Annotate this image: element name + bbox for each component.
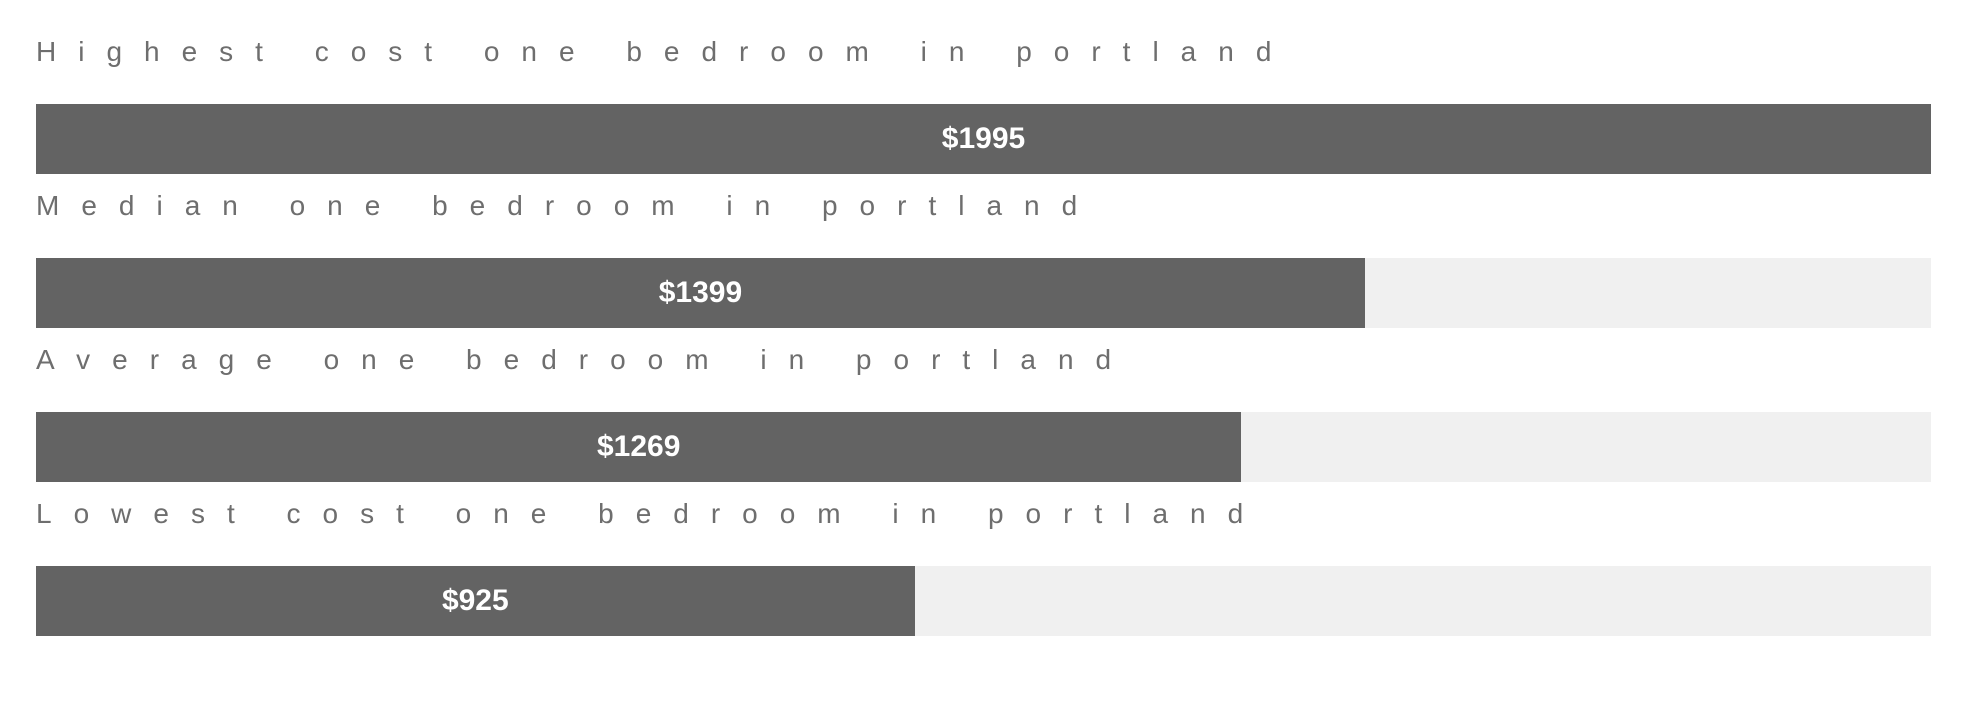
category-label: Median one bedroom in portland xyxy=(36,190,1100,221)
bar: $1269 xyxy=(36,412,1242,482)
bar: $1399 xyxy=(36,258,1365,328)
bar-value-label: $1995 xyxy=(941,122,1026,155)
bar-row: Lowest cost one bedroom in portland $925 xyxy=(36,490,1931,644)
category-label: Highest cost one bedroom in portland xyxy=(36,36,1294,67)
bar-value-label: $1269 xyxy=(596,430,681,463)
category-label: Average one bedroom in portland xyxy=(36,344,1134,375)
bar-track: $1269 xyxy=(36,412,1931,482)
bar-track: $1995 xyxy=(36,104,1931,174)
bar: $1995 xyxy=(36,104,1931,174)
bar: $925 xyxy=(36,566,915,636)
bar-chart: Highest cost one bedroom in portland $19… xyxy=(36,28,1931,644)
bar-row: Average one bedroom in portland $1269 xyxy=(36,336,1931,490)
bar-value-label: $925 xyxy=(441,584,509,617)
bar-track: $1399 xyxy=(36,258,1931,328)
bar-track: $925 xyxy=(36,566,1931,636)
bar-row: Highest cost one bedroom in portland $19… xyxy=(36,28,1931,182)
bar-value-label: $1399 xyxy=(658,276,743,309)
category-label: Lowest cost one bedroom in portland xyxy=(36,498,1266,529)
bar-row: Median one bedroom in portland $1399 xyxy=(36,182,1931,336)
